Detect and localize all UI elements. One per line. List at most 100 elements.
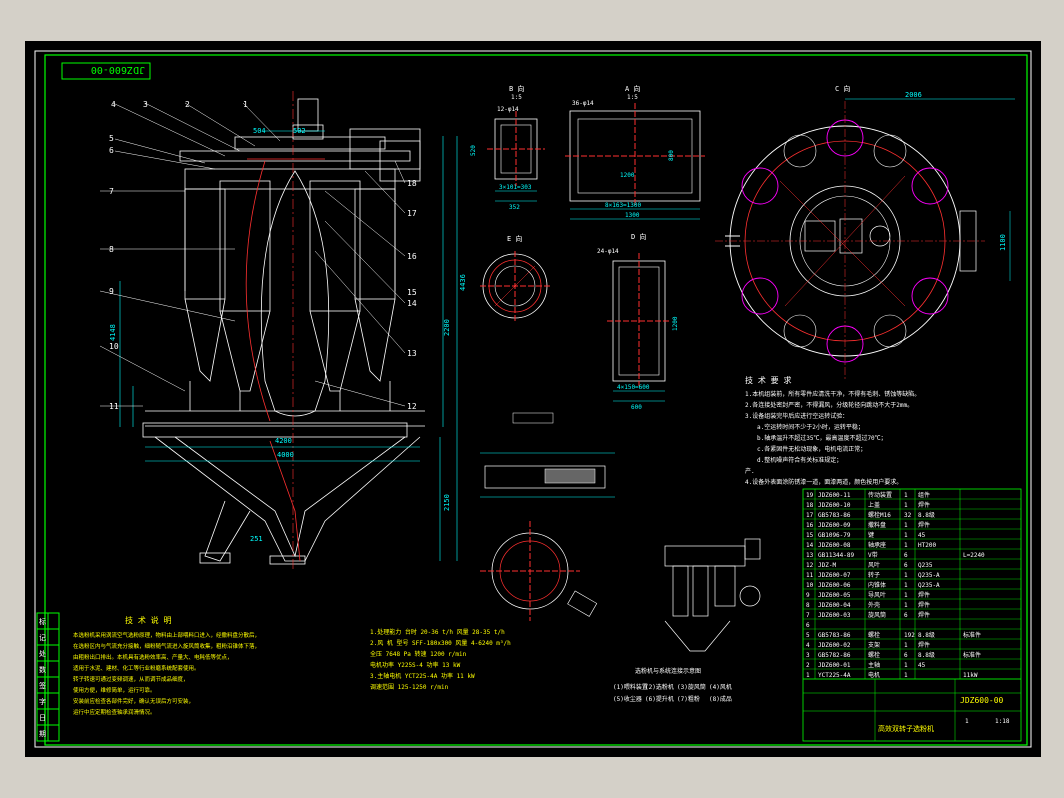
- bom-cell-qty: 1: [904, 592, 908, 599]
- bom-cell-no: 7: [806, 612, 810, 619]
- bom-cell-no: 16: [806, 522, 814, 529]
- bom-cell-no: 18: [806, 502, 814, 509]
- spec-line-1: 2.风 机 型号 SFF-180x300 风量 4-6240 m³/h: [370, 639, 511, 647]
- plan-diameter: 2006: [905, 91, 922, 99]
- tech-specs: 1.处理能力 台时 20-36 t/h 风量 28-35 t/h 2.风 机 型…: [370, 628, 511, 691]
- bom-cell-note: 标准件: [963, 651, 981, 659]
- bom-cell-no: 6: [806, 622, 810, 629]
- bom-cell-name: 内锥体: [868, 581, 886, 589]
- bom-cell-no: 8: [806, 602, 810, 609]
- tech-req-line-6: d.整机噪声符合有关标准规定；: [757, 456, 842, 464]
- bom-cell-name: 支架: [868, 641, 880, 649]
- notes-line-1: 在选粉区内与气流充分接触，细粉随气流进入旋风筒收集，粗粉沿锥体下落，: [73, 642, 260, 650]
- bom-cell-mat: Q235-A: [918, 572, 940, 579]
- tech-req-title: 技 术 要 求: [745, 375, 791, 385]
- notes-line-7: 运行中应定期检查轴承润滑情况。: [73, 708, 156, 716]
- bom-cell-no: 12: [806, 562, 814, 569]
- dim-504: 504: [253, 127, 266, 135]
- bom-cell-code: JDZ600-02: [818, 642, 851, 649]
- d-view-label: D 向: [631, 232, 646, 241]
- plan-c-label: C 向: [835, 84, 850, 93]
- bom-cell-mat: 焊件: [918, 521, 930, 529]
- bom-cell-code: JDZ600-11: [818, 492, 851, 499]
- bom-cell-no: 15: [806, 532, 814, 539]
- callout-17: 17: [407, 209, 417, 218]
- bom-cell-code: JDZ600-07: [818, 572, 851, 579]
- bom-cell-name: 传动装置: [868, 491, 892, 499]
- e-view: E 向: [480, 234, 550, 321]
- install-legend: 选粉机与系统连接示意图 (1)喂料装置 (2)选粉机 (3)旋风筒 (4)风机 …: [613, 667, 732, 703]
- bom-cell-no: 2: [806, 662, 810, 669]
- bom-cell-code: JDZ600-03: [818, 612, 851, 619]
- bom-cell-code: JDZ600-08: [818, 542, 851, 549]
- callout-13: 13: [407, 349, 417, 358]
- bom-cell-code: JDZ600-10: [818, 502, 851, 509]
- callout-5: 5: [109, 134, 114, 143]
- bom-cell-mat: 焊件: [918, 601, 930, 609]
- tech-req-line-4: b.轴承温升不超过35℃，最高温度不超过70℃；: [757, 434, 887, 442]
- bom-cell-code: GB5782-86: [818, 652, 851, 659]
- a-view-inner: 1200: [620, 172, 635, 179]
- notes-line-5: 使用方便，维修简单，运行可靠。: [73, 686, 156, 694]
- bom-cell-qty: 6: [904, 612, 908, 619]
- b-view-bolts: 3×101=303: [499, 184, 532, 191]
- tech-req-line-3: a.空运转时间不少于2小时，运转平稳；: [757, 423, 864, 431]
- bom-cell-no: 9: [806, 592, 810, 599]
- spec-line-3: 电机功率 Y225S-4 功率 13 kW: [370, 661, 461, 669]
- bom-cell-mat: 45: [918, 532, 926, 539]
- dim-502: 502: [293, 127, 306, 135]
- bom-cell-name: V带: [868, 551, 878, 559]
- a-view-width: 1300: [625, 212, 640, 219]
- bom-cell-code: YCT225-4A: [818, 672, 851, 679]
- rev-label-0: 标: [39, 617, 46, 626]
- d-view-width: 600: [631, 404, 642, 411]
- notes-line-2: 由粗粉出口排出。本机具有选粉效率高、产量大、电耗低等优点，: [73, 653, 233, 661]
- bom-cell-name: 螺栓: [868, 651, 880, 659]
- install-legend-5: (6)提升机: [645, 695, 674, 703]
- spec-line-2: 全压 7648 Pa 转速 1200 r/min: [370, 650, 467, 658]
- notes-line-6: 安装前应检查各部件完好，确认无误后方可安装，: [73, 697, 194, 705]
- dim-upper-height: 2200: [443, 319, 451, 336]
- cad-viewport[interactable]: JDZ600-00 标 记 处 数 签 字 日 期 4436 2200 2150…: [25, 41, 1041, 757]
- bom-cell-note: L=2240: [963, 552, 985, 559]
- callout-1: 1: [243, 100, 248, 109]
- plan-right-dim: 1100: [999, 234, 1007, 251]
- bom-cell-code: JDZ600-01: [818, 662, 851, 669]
- bom-cell-name: 风叶: [868, 561, 880, 569]
- bom-cell-name: 旋风筒: [868, 611, 886, 619]
- bom-cell-qty: 1: [904, 582, 908, 589]
- install-legend-title: 选粉机与系统连接示意图: [635, 667, 701, 675]
- rev-label-2: 处: [39, 649, 46, 658]
- bom-cell-code: GB5783-86: [818, 512, 851, 519]
- callout-7: 7: [109, 187, 114, 196]
- callout-10: 10: [109, 342, 119, 351]
- tech-req-line-5: c.各紧固件无松动现象，电机电流正常；: [757, 445, 866, 453]
- a-view-holes: 36-φ14: [572, 100, 594, 107]
- install-legend-0: (1)喂料装置: [613, 683, 648, 691]
- b-view: B 向 1:5 12-φ14 3×101=303 352 520: [470, 84, 545, 211]
- bom-cell-mat: Q235: [918, 562, 933, 569]
- d-view-holes: 24-φ14: [597, 248, 619, 255]
- bom-cell-mat: Q235-A: [918, 582, 940, 589]
- b-view-width: 352: [509, 204, 520, 211]
- d-view-bolts: 4×150=600: [617, 384, 650, 391]
- detail-section: [480, 412, 615, 498]
- title-sheet: 1: [965, 718, 969, 725]
- callout-numbers: 1 2 3 4 5 6 7 8 9 10 11 12 13 14 15 16 1…: [109, 100, 417, 411]
- bom-cell-name: 电机: [868, 671, 880, 679]
- dim-lower-height: 2150: [443, 494, 451, 511]
- rev-label-5: 字: [39, 697, 46, 706]
- bom-cell-qty: 32: [904, 512, 912, 519]
- bom-cell-code: GB5783-86: [818, 632, 851, 639]
- bom-cell-qty: 1: [904, 502, 908, 509]
- bom-cell-mat: 45: [918, 662, 926, 669]
- bom-cell-code: JDZ600-04: [818, 602, 851, 609]
- bom-cell-name: 外壳: [868, 601, 880, 609]
- callout-4: 4: [111, 100, 116, 109]
- dim-base-width: 4000: [277, 451, 294, 459]
- dim-overall-height: 4436: [459, 274, 467, 291]
- bom-cell-no: 3: [806, 652, 810, 659]
- bom-cell-code: JDZ600-09: [818, 522, 851, 529]
- title-block: JDZ600-00 高效双转子选粉机 1:18 1: [803, 678, 1021, 741]
- bom-cell-name: 主轴: [868, 661, 880, 669]
